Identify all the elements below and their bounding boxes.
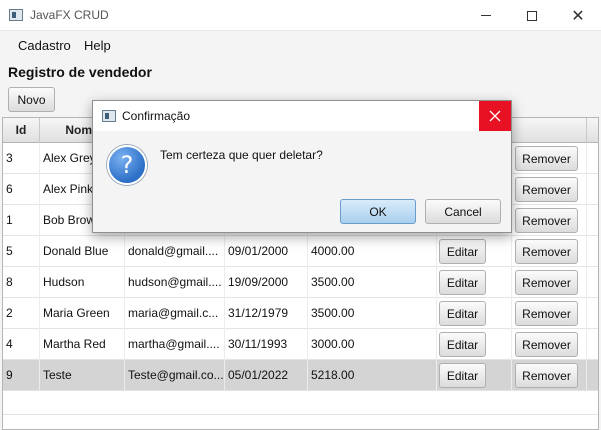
cell-nome: Maria Green: [40, 298, 125, 329]
cell-id: 2: [3, 298, 40, 329]
cell-salario: 3500.00: [308, 298, 437, 329]
menu-bar: Cadastro Help: [0, 31, 601, 58]
ok-button[interactable]: OK: [340, 199, 416, 224]
menu-help[interactable]: Help: [84, 38, 111, 53]
cell-email: donald@gmail....: [125, 236, 225, 267]
cell-id: 4: [3, 329, 40, 360]
cell-id: 8: [3, 267, 40, 298]
remove-button[interactable]: Remover: [515, 239, 578, 264]
cell-email: maria@gmail.c...: [125, 298, 225, 329]
title-bar: JavaFX CRUD ✕: [0, 0, 601, 31]
column-header-id[interactable]: Id: [3, 118, 40, 143]
remove-button[interactable]: Remover: [515, 363, 578, 388]
cell-data: 09/01/2000: [225, 236, 308, 267]
confirm-dialog: Confirmação ? Tem certeza que quer delet…: [92, 100, 512, 233]
remove-button[interactable]: Remover: [515, 146, 578, 171]
maximize-button[interactable]: [509, 0, 555, 31]
table-row[interactable]: 9 Teste Teste@gmail.co... 05/01/2022 5218.00…: [3, 360, 598, 391]
cell-salario: 3500.00: [308, 267, 437, 298]
close-button[interactable]: ✕: [555, 0, 601, 31]
edit-button[interactable]: Editar: [439, 270, 486, 295]
dialog-message: Tem certeza que quer deletar?: [160, 148, 323, 162]
table-row[interactable]: 4 Martha Red martha@gmail.... 30/11/1993 300…: [3, 329, 598, 360]
cell-data: 30/11/1993: [225, 329, 308, 360]
edit-button[interactable]: Editar: [439, 239, 486, 264]
remove-button[interactable]: Remover: [515, 332, 578, 357]
maximize-icon: [527, 10, 537, 21]
cell-nome: Donald Blue: [40, 236, 125, 267]
remove-button[interactable]: Remover: [515, 270, 578, 295]
edit-button[interactable]: Editar: [439, 301, 486, 326]
app-icon: [9, 9, 23, 21]
table-row[interactable]: 5 Donald Blue donald@gmail.... 09/01/2000 40…: [3, 236, 598, 267]
close-icon: [489, 110, 501, 122]
remove-button[interactable]: Remover: [515, 208, 578, 233]
question-icon: ?: [107, 145, 147, 185]
dialog-app-icon: [102, 110, 116, 122]
minimize-button[interactable]: [463, 0, 509, 31]
cell-data: 05/01/2022: [225, 360, 308, 391]
remove-button[interactable]: Remover: [515, 177, 578, 202]
cell-id: 6: [3, 174, 40, 205]
cell-salario: 5218.00: [308, 360, 437, 391]
cell-nome: Teste: [40, 360, 125, 391]
dialog-title: Confirmação: [122, 109, 191, 123]
edit-button[interactable]: Editar: [439, 363, 486, 388]
cell-nome: Hudson: [40, 267, 125, 298]
remove-button[interactable]: Remover: [515, 301, 578, 326]
table-row[interactable]: 8 Hudson hudson@gmail.... 19/09/2000 3500.00…: [3, 267, 598, 298]
cell-salario: 3000.00: [308, 329, 437, 360]
cancel-button[interactable]: Cancel: [425, 199, 501, 224]
menu-cadastro[interactable]: Cadastro: [18, 38, 71, 53]
edit-button[interactable]: Editar: [439, 332, 486, 357]
column-header-remove: [512, 118, 587, 143]
cell-nome: Martha Red: [40, 329, 125, 360]
empty-row: [3, 391, 598, 415]
cell-email: Teste@gmail.co...: [125, 360, 225, 391]
cell-data: 19/09/2000: [225, 267, 308, 298]
cell-data: 31/12/1979: [225, 298, 308, 329]
empty-row: [3, 415, 598, 429]
page-title: Registro de vendedor: [8, 64, 152, 80]
cell-id: 5: [3, 236, 40, 267]
minimize-icon: [481, 15, 491, 16]
table-row[interactable]: 2 Maria Green maria@gmail.c... 31/12/1979 35…: [3, 298, 598, 329]
cell-salario: 4000.00: [308, 236, 437, 267]
cell-email: hudson@gmail....: [125, 267, 225, 298]
cell-id: 3: [3, 143, 40, 174]
cell-email: martha@gmail....: [125, 329, 225, 360]
dialog-close-button[interactable]: [479, 101, 511, 131]
cell-id: 1: [3, 205, 40, 236]
dialog-title-bar: Confirmação: [93, 101, 511, 131]
close-icon: ✕: [571, 7, 585, 25]
window-title: JavaFX CRUD: [30, 8, 109, 22]
new-button[interactable]: Novo: [8, 87, 55, 112]
cell-id: 9: [3, 360, 40, 391]
